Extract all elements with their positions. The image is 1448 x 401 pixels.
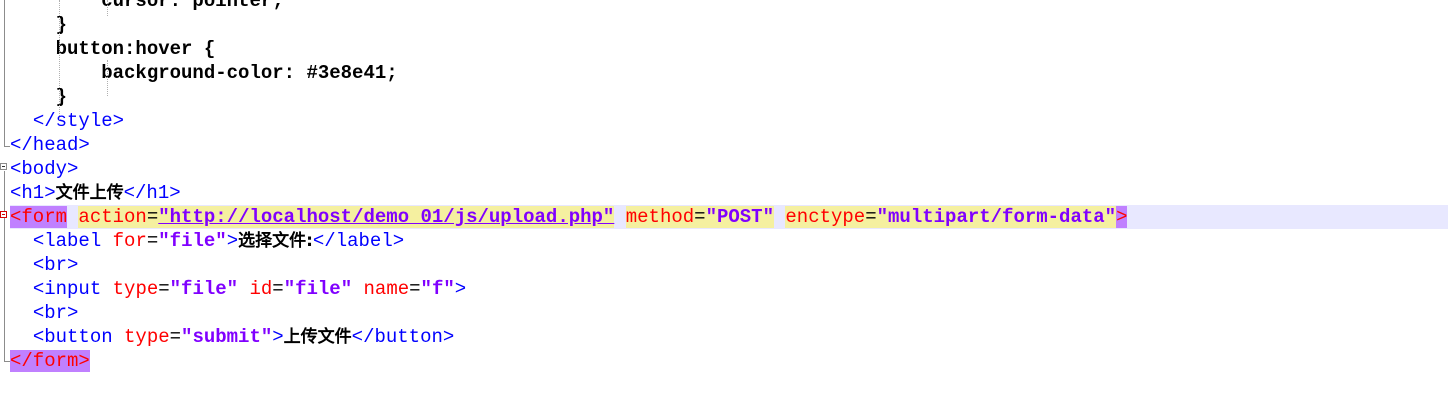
code-line[interactable]: </head> [10, 133, 90, 157]
code-token: > [1116, 206, 1128, 228]
code-token: 上传文件 [283, 327, 352, 347]
code-token: = [409, 278, 421, 300]
code-token: enctype [785, 206, 866, 228]
code-token: for [112, 230, 147, 252]
code-line[interactable]: <body> [10, 157, 78, 181]
code-line-current[interactable]: <form action="http://localhost/demo_01/j… [10, 205, 1448, 229]
code-token: </button> [351, 326, 455, 348]
code-token: name [363, 278, 410, 300]
indent-guide [107, 60, 108, 96]
code-line[interactable]: <h1>文件上传</h1> [10, 181, 181, 205]
code-token: > [272, 326, 284, 348]
code-token: method [625, 206, 695, 228]
code-token: background-color: #3e8e41; [10, 62, 398, 84]
code-token: "POST" [705, 206, 774, 228]
code-token: </style> [32, 110, 125, 132]
code-token: "multipart/form-data" [876, 206, 1117, 228]
code-token: = [146, 230, 159, 252]
code-line[interactable]: <label for="file">选择文件:</label> [10, 229, 404, 253]
code-token: <br> [32, 302, 79, 324]
code-token: > [226, 230, 239, 252]
code-token: "http://localhost/demo_01/js/upload.php" [158, 206, 615, 228]
fold-toggle-body[interactable] [0, 163, 7, 170]
code-token: "submit" [181, 326, 273, 348]
code-token: type [124, 326, 170, 348]
fold-margin[interactable] [0, 0, 10, 401]
code-token: <button [32, 326, 125, 348]
code-editor[interactable]: cursor: pointer; } button:hover { backgr… [0, 0, 1448, 401]
code-line[interactable]: background-color: #3e8e41; [10, 61, 398, 85]
code-token: type [112, 278, 159, 300]
fold-guide-line [4, 171, 5, 361]
code-token: < [10, 206, 22, 228]
code-line[interactable]: <br> [10, 301, 79, 325]
code-token: <input [32, 278, 113, 300]
code-line[interactable]: button:hover { [10, 37, 216, 61]
code-line[interactable]: cursor: pointer; [10, 0, 284, 13]
code-token: cursor: pointer; [10, 0, 284, 12]
code-token: 文件上传 [55, 183, 124, 203]
code-token: id [249, 278, 273, 300]
code-token: </form> [10, 350, 90, 372]
code-token: = [865, 206, 877, 228]
code-token: = [169, 326, 182, 348]
code-token: = [146, 206, 159, 228]
code-token: </head> [10, 134, 90, 156]
fold-guide-line [4, 0, 5, 146]
code-token: = [158, 278, 170, 300]
code-token: <h1> [10, 182, 56, 204]
code-token: = [694, 206, 706, 228]
code-token: <label [32, 230, 113, 252]
fold-toggle-form[interactable] [0, 211, 7, 218]
code-token: form [21, 206, 68, 228]
code-token: </h1> [123, 182, 181, 204]
indent-guide [107, 0, 108, 16]
code-token: "file" [158, 230, 227, 252]
code-token: </label> [312, 230, 405, 252]
code-token: "file" [169, 278, 239, 300]
code-line[interactable]: <button type="submit">上传文件</button> [10, 325, 454, 349]
code-token: 选择文件: [238, 231, 313, 251]
code-token: > [454, 278, 467, 300]
code-token: = [272, 278, 284, 300]
code-line[interactable]: <input type="file" id="file" name="f"> [10, 277, 466, 301]
code-token: <body> [10, 158, 79, 180]
code-line[interactable]: </form> [10, 349, 90, 373]
code-line[interactable]: <br> [10, 253, 79, 277]
code-token: <br> [32, 254, 79, 276]
code-token: action [78, 206, 147, 228]
code-token: "file" [283, 278, 353, 300]
indent-guide [59, 0, 60, 120]
code-line[interactable]: </style> [10, 109, 124, 133]
code-token: button:hover { [10, 38, 216, 60]
code-token: "f" [420, 278, 455, 300]
